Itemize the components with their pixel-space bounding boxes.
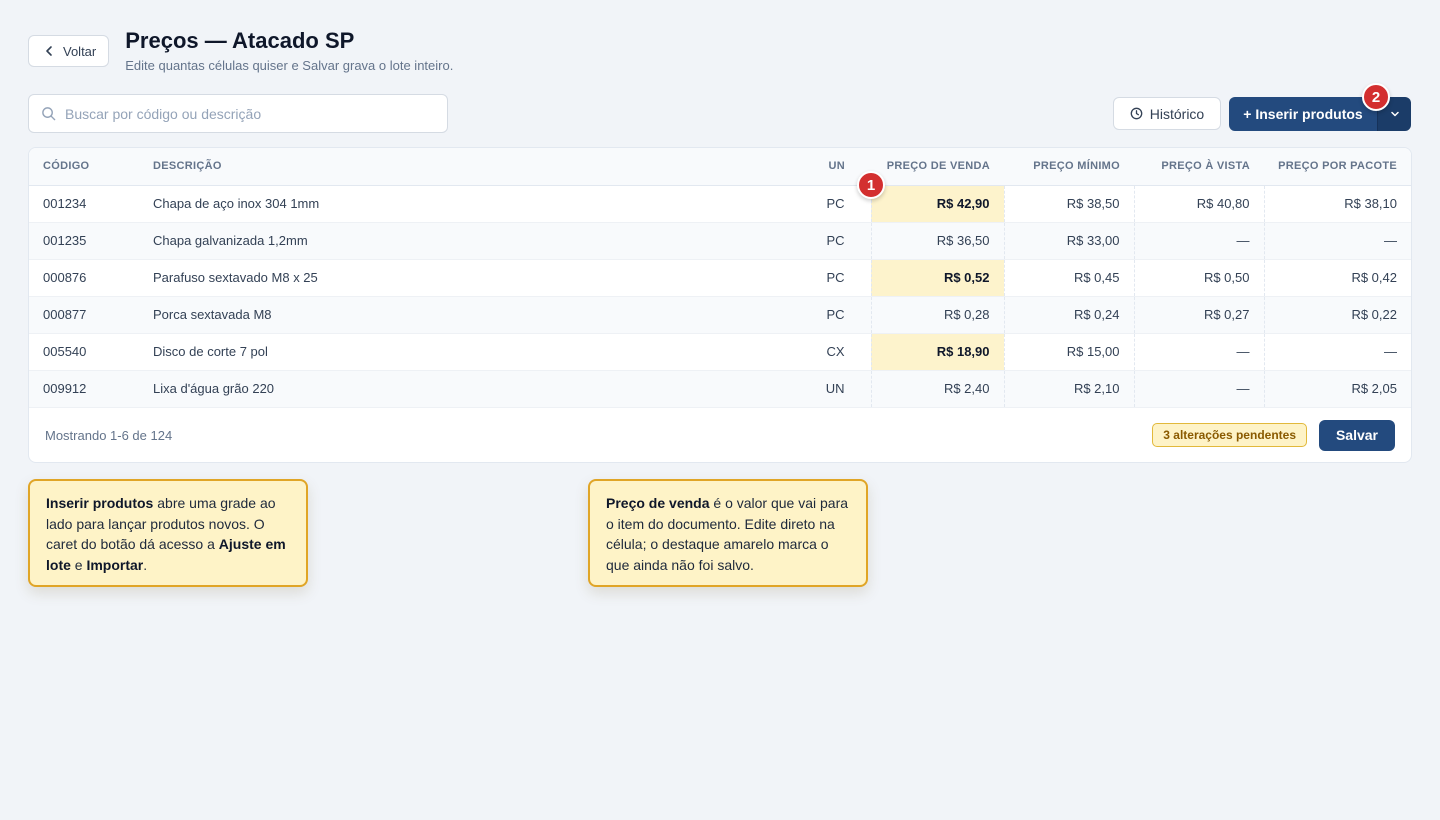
cell-sale-price[interactable]: R$ 36,50 [870, 222, 1004, 260]
table-row[interactable]: 009912 Lixa d'água grão 220 UN R$ 2,40 R… [29, 370, 1411, 408]
cell-sale-price[interactable]: R$ 2,40 [870, 370, 1004, 408]
cell-min-price[interactable]: R$ 2,10 [1003, 370, 1134, 408]
pending-changes-badge: 3 alterações pendentes [1152, 423, 1307, 447]
cell-description: Chapa de aço inox 304 1mm [153, 185, 713, 223]
cell-description: Chapa galvanizada 1,2mm [153, 222, 713, 260]
column-header-cash-price[interactable]: PREÇO À VISTA [1134, 148, 1264, 186]
chevron-down-icon [1390, 111, 1399, 117]
callout-bold-text: Preço de venda [606, 495, 710, 511]
cell-pack-price[interactable]: — [1263, 222, 1411, 260]
column-header-pack-price[interactable]: PREÇO POR PACOTE [1264, 148, 1411, 186]
cell-code: 009912 [29, 370, 153, 408]
chevron-left-icon [46, 46, 52, 56]
callout-text: e [70, 556, 87, 573]
cell-unit: PC [713, 296, 871, 334]
cell-cash-price[interactable]: — [1133, 370, 1264, 408]
callout-bold-text: Inserir produtos [46, 495, 154, 511]
cell-min-price[interactable]: R$ 15,00 [1003, 333, 1134, 371]
cell-min-price[interactable]: R$ 0,45 [1003, 259, 1134, 297]
column-header-min-price[interactable]: PREÇO MÍNIMO [1004, 148, 1134, 186]
column-header-code[interactable]: CÓDIGO [29, 148, 153, 186]
cell-sale-price[interactable]: R$ 0,28 [870, 296, 1004, 334]
back-button-label: Voltar [63, 43, 97, 59]
table-row[interactable]: 000876 Parafuso sextavado M8 x 25 PC R$ … [29, 259, 1411, 297]
cell-pack-price[interactable]: — [1263, 333, 1411, 371]
annotation-badge-2: 2 [1362, 83, 1390, 111]
column-header-sale-price[interactable]: PREÇO DE VENDA [871, 148, 1004, 186]
cell-unit: UN [713, 370, 871, 408]
cell-cash-price[interactable]: — [1133, 222, 1264, 260]
search-box[interactable] [28, 94, 448, 133]
cell-min-price[interactable]: R$ 33,00 [1003, 222, 1134, 260]
cell-sale-price-pending[interactable]: R$ 42,90 [870, 185, 1004, 223]
table-footer: Mostrando 1-6 de 124 3 alterações penden… [29, 407, 1411, 462]
callout-insert-products: Inserir produtos abre uma grade ao lado … [28, 479, 308, 587]
cell-code: 005540 [29, 333, 153, 371]
cell-pack-price[interactable]: R$ 0,42 [1263, 259, 1411, 297]
table-row[interactable]: 001234 Chapa de aço inox 304 1mm PC R$ 4… [29, 185, 1411, 223]
cell-min-price[interactable]: R$ 38,50 [1003, 185, 1134, 223]
cell-code: 001234 [29, 185, 153, 223]
cell-description: Lixa d'água grão 220 [153, 370, 713, 408]
page-header: Voltar Preços — Atacado SP Edite quantas… [28, 28, 453, 73]
save-button[interactable]: Salvar [1319, 419, 1395, 451]
annotation-badge-1: 1 [857, 171, 885, 199]
cell-pack-price[interactable]: R$ 0,22 [1263, 296, 1411, 334]
cell-code: 000877 [29, 296, 153, 334]
callout-sale-price: Preço de venda é o valor que vai para o … [588, 479, 868, 587]
prices-table: CÓDIGO DESCRIÇÃO UN PREÇO DE VENDA PREÇO… [29, 148, 1411, 408]
table-row[interactable]: 005540 Disco de corte 7 pol CX R$ 18,90 … [29, 333, 1411, 371]
table-header-row: CÓDIGO DESCRIÇÃO UN PREÇO DE VENDA PREÇO… [29, 148, 1411, 186]
cell-unit: PC [713, 185, 871, 223]
page-subtitle: Edite quantas células quiser e Salvar gr… [125, 58, 454, 73]
cell-sale-price-pending[interactable]: R$ 0,52 [870, 259, 1004, 297]
cell-sale-price-pending[interactable]: R$ 18,90 [870, 333, 1004, 371]
page-title: Preços — Atacado SP [125, 28, 355, 53]
column-header-unit[interactable]: UN [713, 148, 871, 186]
history-button[interactable]: Histórico [1113, 97, 1221, 130]
clock-icon [1130, 107, 1143, 120]
cell-cash-price[interactable]: — [1133, 333, 1264, 371]
cell-description: Porca sextavada M8 [153, 296, 713, 334]
callout-text: . [143, 556, 148, 573]
cell-pack-price[interactable]: R$ 38,10 [1263, 185, 1411, 223]
cell-cash-price[interactable]: R$ 40,80 [1133, 185, 1264, 223]
column-header-description[interactable]: DESCRIÇÃO [153, 148, 713, 186]
cell-description: Disco de corte 7 pol [153, 333, 713, 371]
search-input[interactable] [65, 105, 435, 122]
cell-unit: CX [713, 333, 871, 371]
cell-min-price[interactable]: R$ 0,24 [1003, 296, 1134, 334]
back-button[interactable]: Voltar [28, 35, 110, 67]
insert-products-button[interactable]: + Inserir produtos [1229, 97, 1377, 131]
cell-cash-price[interactable]: R$ 0,27 [1133, 296, 1264, 334]
table-row[interactable]: 001235 Chapa galvanizada 1,2mm PC R$ 36,… [29, 222, 1411, 260]
cell-code: 000876 [29, 259, 153, 297]
callout-bold-text: Importar [86, 556, 144, 573]
table-row[interactable]: 000877 Porca sextavada M8 PC R$ 0,28 R$ … [29, 296, 1411, 334]
cell-unit: PC [713, 259, 871, 297]
cell-unit: PC [713, 222, 871, 260]
prices-table-card: CÓDIGO DESCRIÇÃO UN PREÇO DE VENDA PREÇO… [28, 147, 1412, 463]
search-icon [42, 107, 56, 121]
history-button-label: Histórico [1149, 105, 1205, 122]
title-block: Preços — Atacado SP Edite quantas célula… [125, 28, 453, 73]
cell-description: Parafuso sextavado M8 x 25 [153, 259, 713, 297]
pagination-summary: Mostrando 1-6 de 124 [45, 427, 173, 443]
cell-pack-price[interactable]: R$ 2,05 [1263, 370, 1411, 408]
cell-cash-price[interactable]: R$ 0,50 [1133, 259, 1264, 297]
cell-code: 001235 [29, 222, 153, 260]
